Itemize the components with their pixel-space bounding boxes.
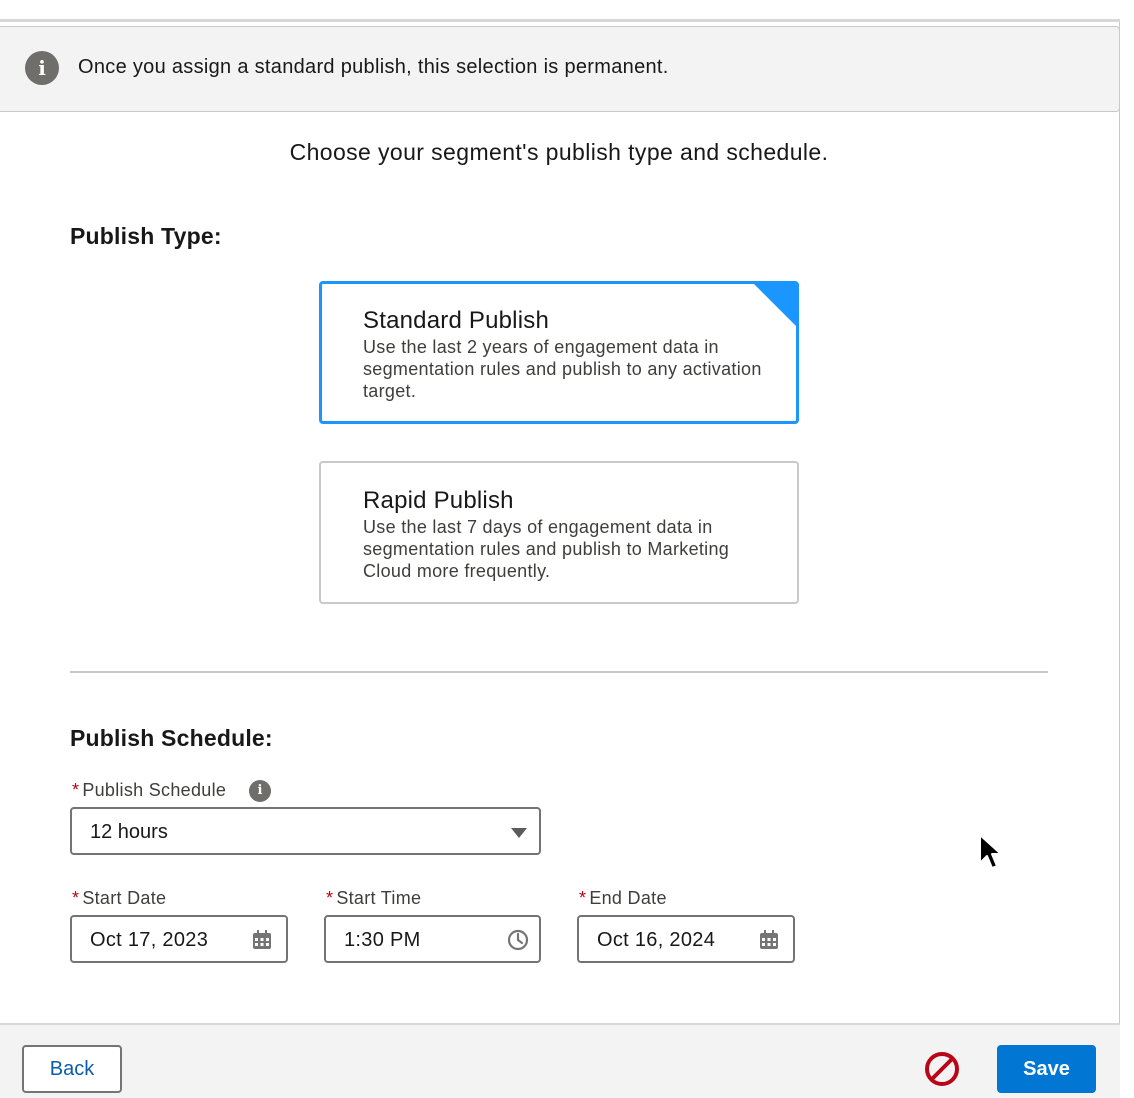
label-text: Publish Schedule: [82, 780, 227, 800]
not-allowed-icon: [924, 1051, 960, 1092]
publish-schedule-heading: Publish Schedule:: [70, 725, 273, 751]
label-text: Start Time: [336, 888, 422, 908]
info-icon[interactable]: i: [249, 780, 271, 802]
publish-schedule-select[interactable]: 12 hours: [70, 807, 541, 855]
rapid-publish-card[interactable]: Rapid Publish Use the last 7 days of eng…: [319, 461, 799, 604]
select-value: 12 hours: [90, 821, 168, 843]
back-button[interactable]: Back: [22, 1045, 122, 1093]
calendar-icon[interactable]: [252, 930, 272, 955]
start-date-input[interactable]: Oct 17, 2023: [70, 915, 288, 963]
save-button[interactable]: Save: [997, 1045, 1096, 1093]
card-title: Rapid Publish: [363, 487, 514, 514]
card-title: Standard Publish: [363, 307, 549, 334]
chevron-down-icon: [511, 828, 527, 838]
start-time-input[interactable]: 1:30 PM: [324, 915, 541, 963]
input-value: Oct 17, 2023: [90, 929, 209, 951]
info-icon: i: [25, 51, 59, 85]
selected-corner-indicator: [753, 284, 796, 327]
card-description: Use the last 7 days of engagement data i…: [363, 517, 730, 581]
label-text: Start Date: [82, 888, 167, 908]
start-date-label: * Start Date: [72, 888, 166, 909]
clock-icon[interactable]: [507, 929, 529, 956]
publish-schedule-label: * Publish Schedule: [72, 780, 226, 801]
calendar-icon[interactable]: [759, 930, 779, 955]
banner-text: Once you assign a standard publish, this…: [78, 56, 669, 78]
end-date-label: * End Date: [579, 888, 667, 909]
modal-top-strip: [0, 0, 1120, 22]
section-divider: [70, 671, 1048, 673]
input-value: Oct 16, 2024: [597, 929, 716, 951]
info-banner: i Once you assign a standard publish, th…: [0, 26, 1120, 112]
page-subtitle: Choose your segment's publish type and s…: [289, 139, 829, 165]
required-marker: *: [72, 780, 80, 800]
required-marker: *: [72, 888, 80, 908]
input-value: 1:30 PM: [344, 929, 421, 951]
card-description: Use the last 2 years of engagement data …: [363, 337, 762, 401]
publish-modal: i Once you assign a standard publish, th…: [0, 0, 1120, 1098]
required-marker: *: [579, 888, 587, 908]
standard-publish-card[interactable]: Standard Publish Use the last 2 years of…: [319, 281, 799, 424]
start-time-label: * Start Time: [326, 888, 421, 909]
label-text: End Date: [589, 888, 667, 908]
required-marker: *: [326, 888, 334, 908]
mouse-cursor-icon: [978, 833, 1004, 878]
publish-type-heading: Publish Type:: [70, 223, 222, 249]
end-date-input[interactable]: Oct 16, 2024: [577, 915, 795, 963]
